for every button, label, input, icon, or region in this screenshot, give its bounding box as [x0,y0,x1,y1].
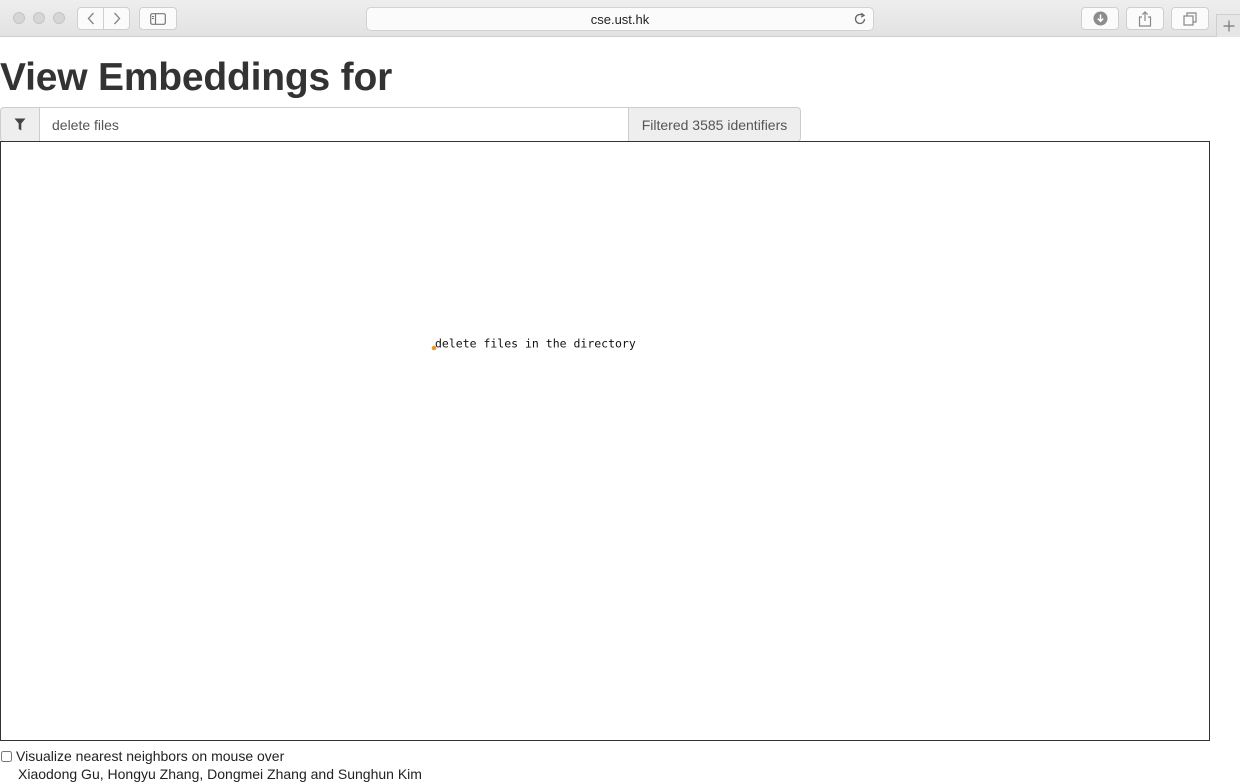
zoom-window-button[interactable] [53,12,65,24]
forward-button[interactable] [103,7,130,30]
embedding-point-label: delete files in the directory [435,337,636,351]
sidebar-button[interactable] [139,7,177,30]
url-text: cse.ust.hk [590,11,650,27]
back-button[interactable] [77,7,104,30]
new-tab-button[interactable] [1216,14,1240,37]
filter-count-label: Filtered 3585 identifiers [629,107,801,142]
embedding-point[interactable]: delete files in the directory [431,337,636,351]
nearest-neighbors-checkbox[interactable] [1,750,12,762]
nearest-neighbors-label[interactable]: Visualize nearest neighbors on mouse ove… [16,748,284,764]
reload-icon[interactable] [853,12,867,29]
close-window-button[interactable] [13,12,25,24]
page-title: View Embeddings for [0,56,393,99]
downloads-button[interactable] [1081,7,1119,30]
embedding-canvas[interactable]: delete files in the directory [1,142,1209,740]
address-bar[interactable]: cse.ust.hk [366,7,874,31]
back-icon [87,12,94,25]
tabs-overview-button[interactable] [1171,7,1209,30]
browser-toolbar: cse.ust.hk [0,0,1240,37]
credits-text: Xiaodong Gu, Hongyu Zhang, Dongmei Zhang… [18,766,422,782]
filter-group: Filtered 3585 identifiers [0,107,801,142]
forward-icon [113,12,120,25]
filter-input[interactable] [40,107,629,142]
sidebar-icon [150,12,166,25]
tabs-icon [1183,11,1197,26]
share-button[interactable] [1126,7,1164,30]
download-icon [1093,11,1107,26]
options-row: Visualize nearest neighbors on mouse ove… [0,748,284,764]
plus-icon [1223,20,1234,32]
filter-addon [0,107,40,142]
share-icon [1138,10,1152,27]
embedding-view[interactable]: delete files in the directory [0,141,1210,741]
filter-icon [14,118,26,131]
minimize-window-button[interactable] [33,12,45,24]
